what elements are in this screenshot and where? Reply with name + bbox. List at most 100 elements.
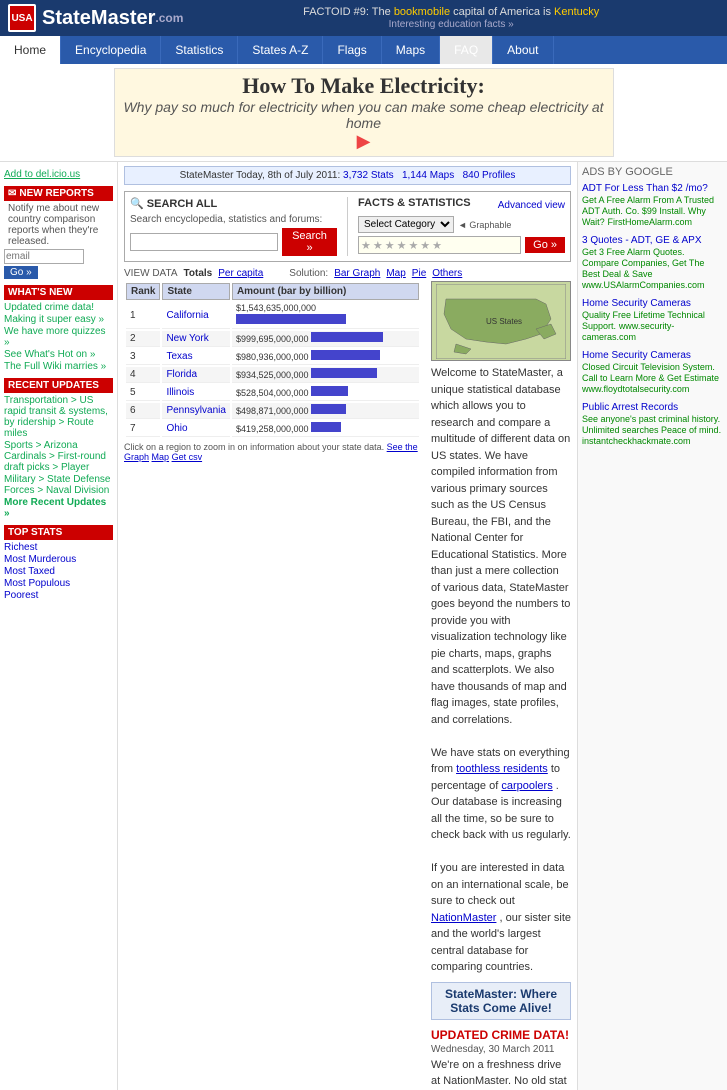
factoid-state-link[interactable]: Kentucky bbox=[554, 6, 599, 18]
new-reports-go-button[interactable]: Go » bbox=[4, 266, 38, 279]
bar-graph-tab[interactable]: Bar Graph bbox=[334, 268, 380, 279]
logo-text[interactable]: StateMaster bbox=[42, 7, 155, 30]
ad-1-link[interactable]: ADT For Less Than $2 /mo? bbox=[582, 182, 723, 195]
new-reports-email-input[interactable] bbox=[4, 249, 84, 264]
whats-new-item-2[interactable]: Making it super easy » bbox=[4, 314, 113, 325]
banner-ad[interactable]: How To Make Electricity: Why pay so much… bbox=[0, 64, 727, 162]
state-link[interactable]: New York bbox=[166, 333, 208, 344]
recent-update-2[interactable]: Sports > Arizona Cardinals > First-round… bbox=[4, 440, 113, 473]
nav-encyclopedia[interactable]: Encyclopedia bbox=[61, 36, 161, 64]
see-graph-link[interactable]: See the Graph bbox=[124, 442, 418, 462]
shield-icon: USA bbox=[8, 4, 36, 32]
search-left: 🔍 SEARCH ALL Search encyclopedia, statis… bbox=[130, 197, 337, 256]
state-link[interactable]: Texas bbox=[166, 351, 192, 362]
table-row: 1California$1,543,635,000,000 bbox=[126, 302, 419, 329]
bar-visual bbox=[311, 368, 377, 378]
welcome-para-2: We have stats on everything from toothle… bbox=[431, 745, 571, 844]
ad-2-link[interactable]: 3 Quotes - ADT, GE & APX bbox=[582, 234, 723, 247]
search-button[interactable]: Search » bbox=[282, 228, 337, 256]
search-right: FACTS & STATISTICS Advanced view Select … bbox=[347, 197, 565, 256]
whats-new-item-1[interactable]: Updated crime data! bbox=[4, 302, 113, 313]
ad-4-link[interactable]: Home Security Cameras bbox=[582, 349, 723, 362]
us-map-svg: US States bbox=[436, 284, 566, 359]
factoid-word-link[interactable]: bookmobile bbox=[394, 6, 450, 18]
whats-new-item-3[interactable]: We have more quizzes » bbox=[4, 326, 113, 348]
rank-cell: 1 bbox=[126, 302, 160, 329]
pie-tab[interactable]: Pie bbox=[412, 268, 426, 279]
bar-visual bbox=[311, 422, 341, 432]
top-stats-richest[interactable]: Richest bbox=[4, 542, 113, 553]
ad-3-link[interactable]: Home Security Cameras bbox=[582, 297, 723, 310]
main-layout: Add to del.icio.us ✉ NEW REPORTS Notify … bbox=[0, 162, 727, 1090]
magnifier-icon: 🔍 bbox=[130, 198, 144, 210]
nav-flags[interactable]: Flags bbox=[323, 36, 381, 64]
map-tab[interactable]: Map bbox=[386, 268, 405, 279]
nationmaster-link[interactable]: NationMaster bbox=[431, 912, 496, 924]
view-totals-tab[interactable]: Totals bbox=[184, 268, 213, 279]
recent-updates-title: RECENT UPDATES bbox=[8, 380, 99, 391]
state-link[interactable]: Ohio bbox=[166, 423, 187, 434]
state-cell: California bbox=[162, 302, 229, 329]
view-percapita-tab[interactable]: Per capita bbox=[218, 268, 263, 279]
rank-table-container: Rank State Amount (bar by billion) 1Cali… bbox=[124, 281, 421, 1090]
facts-go-button[interactable]: Go » bbox=[525, 237, 565, 253]
top-stats-murderous[interactable]: Most Murderous bbox=[4, 554, 113, 565]
nav-home[interactable]: Home bbox=[0, 36, 61, 64]
table-row: 7Ohio$419,258,000,000 bbox=[126, 421, 419, 437]
toothless-link[interactable]: toothless residents bbox=[456, 763, 548, 775]
ad-4-url: www.floydtotalsecurity.com bbox=[582, 384, 689, 394]
category-select[interactable]: Select Category bbox=[358, 216, 454, 233]
right-data-area: US States Welcome to StateMaster, a uniq… bbox=[425, 281, 571, 1090]
stats-link[interactable]: 3,732 Stats bbox=[343, 170, 394, 181]
more-recent-updates-link[interactable]: More Recent Updates » bbox=[4, 497, 113, 519]
amount-value: $528,504,000,000 bbox=[236, 388, 311, 398]
ad-2-desc: Get 3 Free Alarm Quotes. Compare Compani… bbox=[582, 247, 704, 279]
ad-item-4: Home Security Cameras Closed Circuit Tel… bbox=[582, 349, 723, 395]
search-input[interactable] bbox=[130, 233, 278, 251]
nav-maps[interactable]: Maps bbox=[382, 36, 440, 64]
csv-link[interactable]: Get csv bbox=[172, 452, 203, 462]
advanced-view-link[interactable]: Advanced view bbox=[498, 200, 565, 211]
amount-cell: $419,258,000,000 bbox=[232, 421, 419, 437]
status-bar: StateMaster Today, 8th of July 2011: 3,7… bbox=[124, 166, 571, 185]
facts-title: FACTS & STATISTICS bbox=[358, 197, 471, 209]
maps-link[interactable]: 1,144 Maps bbox=[402, 170, 454, 181]
rank-cell: 6 bbox=[126, 403, 160, 419]
amount-cell: $980,936,000,000 bbox=[232, 349, 419, 365]
nav-states[interactable]: States A-Z bbox=[238, 36, 323, 64]
state-link[interactable]: California bbox=[166, 310, 208, 321]
amount-value: $999,695,000,000 bbox=[236, 334, 311, 344]
top-stats-taxed[interactable]: Most Taxed bbox=[4, 566, 113, 577]
rank-header: Rank bbox=[126, 283, 160, 300]
profiles-link[interactable]: 840 Profiles bbox=[463, 170, 516, 181]
logo-area: USA StateMaster.com bbox=[8, 4, 183, 32]
table-row: 4Florida$934,525,000,000 bbox=[126, 367, 419, 383]
factoid-bar: FACTOID #9: The bookmobile capital of Am… bbox=[183, 6, 719, 30]
rank-table: Rank State Amount (bar by billion) 1Cali… bbox=[124, 281, 421, 439]
carpoolers-link[interactable]: carpoolers bbox=[501, 780, 552, 792]
whats-new-item-4[interactable]: See What's Hot on » bbox=[4, 349, 113, 360]
state-link[interactable]: Pennsylvania bbox=[166, 405, 225, 416]
top-stats-title: TOP STATS bbox=[8, 527, 62, 538]
delicious-link[interactable]: Add to del.icio.us bbox=[4, 169, 113, 180]
top-stats-poorest[interactable]: Poorest bbox=[4, 590, 113, 601]
recent-update-1[interactable]: Transportation > US rapid transit & syst… bbox=[4, 395, 113, 439]
state-link[interactable]: Illinois bbox=[166, 387, 194, 398]
top-stats-section: TOP STATS bbox=[4, 525, 113, 540]
factoid-more-link[interactable]: Interesting education facts » bbox=[389, 19, 514, 30]
map-link[interactable]: Map bbox=[152, 452, 170, 462]
others-tab[interactable]: Others bbox=[432, 268, 462, 279]
nav-faq[interactable]: FAQ bbox=[440, 36, 493, 64]
stars-input[interactable] bbox=[358, 236, 521, 254]
ad-5-link[interactable]: Public Arrest Records bbox=[582, 401, 723, 414]
recent-update-3[interactable]: Military > State Defense Forces > Naval … bbox=[4, 474, 113, 496]
whats-new-item-5[interactable]: The Full Wiki marries » bbox=[4, 361, 113, 372]
top-stats-populous[interactable]: Most Populous bbox=[4, 578, 113, 589]
table-row: 5Illinois$528,504,000,000 bbox=[126, 385, 419, 401]
amount-cell: $999,695,000,000 bbox=[232, 331, 419, 347]
search-desc: Search encyclopedia, statistics and foru… bbox=[130, 214, 337, 225]
nav-about[interactable]: About bbox=[493, 36, 553, 64]
state-link[interactable]: Florida bbox=[166, 369, 197, 380]
nav-statistics[interactable]: Statistics bbox=[161, 36, 238, 64]
search-all-title: 🔍 SEARCH ALL bbox=[130, 197, 337, 210]
